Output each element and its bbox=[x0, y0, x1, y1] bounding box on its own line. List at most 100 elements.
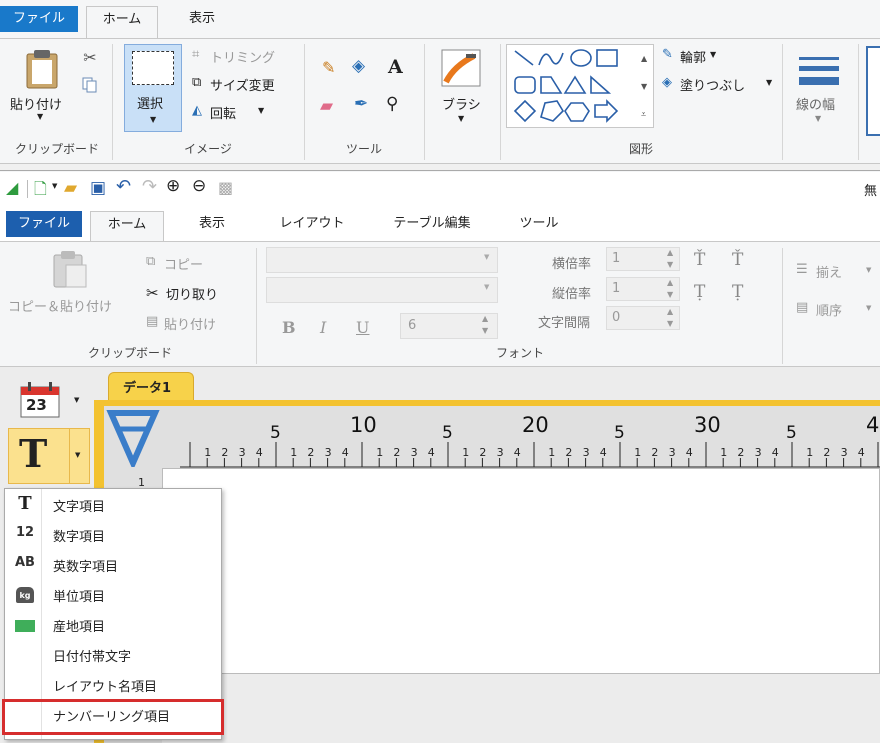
paint-paste-label[interactable]: 貼り付け bbox=[10, 94, 62, 113]
ruler-major-label: 40 bbox=[866, 413, 880, 437]
undo-icon[interactable]: ↶ bbox=[116, 176, 131, 197]
select-button[interactable]: 選択 ▼ bbox=[124, 44, 182, 132]
ruler-sub-label: 4 bbox=[428, 446, 435, 459]
highlight-frame bbox=[2, 699, 224, 735]
save-icon[interactable]: ▣ bbox=[90, 178, 106, 198]
ruler-half-label: 5 bbox=[786, 423, 797, 443]
ruler-sub-label: 3 bbox=[583, 446, 590, 459]
brush-label[interactable]: ブラシ bbox=[442, 94, 481, 113]
line-width-icon[interactable] bbox=[796, 50, 842, 90]
number-12-icon: 12 bbox=[15, 525, 35, 540]
scissors-icon[interactable]: ✂ bbox=[146, 284, 159, 302]
window-title: 無 bbox=[864, 184, 878, 199]
app-tab-home[interactable]: ホーム bbox=[90, 211, 164, 242]
chevron-down-icon[interactable]: ▼ bbox=[258, 106, 264, 115]
text-stretch-h-icon: Ť bbox=[694, 250, 706, 270]
rotate-label[interactable]: 回転 bbox=[210, 103, 236, 122]
ruler-svg: 1 2 3 4 1 2 3 4 1 2 3 4 1 2 3 4 1 2 3 4 1 2 3 4 1 2 3 4 1 2 3 4105 205 30… bbox=[180, 413, 880, 468]
chevron-down-icon[interactable]: ▼ bbox=[766, 78, 772, 87]
brush-icon[interactable] bbox=[438, 46, 484, 90]
spinner-icon: ▲ ▼ bbox=[667, 248, 674, 269]
app-tab-file[interactable]: ファイル bbox=[6, 211, 82, 237]
redo-icon[interactable]: ↷ bbox=[142, 176, 157, 197]
chevron-down-icon: ▼ bbox=[484, 253, 490, 261]
new-file-icon[interactable]: 🗋 bbox=[34, 178, 47, 205]
app-tab-layout[interactable]: レイアウト bbox=[262, 211, 362, 237]
scissors-icon[interactable]: ✂ bbox=[78, 46, 102, 68]
text-tool-icon[interactable]: A bbox=[388, 56, 403, 78]
fill-label[interactable]: 塗りつぶし bbox=[680, 75, 745, 94]
chevron-down-icon: ▼ bbox=[484, 283, 490, 291]
menu-item-layout-name[interactable]: レイアウト名項目 bbox=[5, 670, 221, 700]
rotate-icon[interactable]: ◭ bbox=[192, 103, 202, 118]
outline-label[interactable]: 輪郭 bbox=[680, 47, 706, 66]
shapes-gallery[interactable]: ▲ ▼ ⩡ bbox=[506, 44, 654, 128]
paint-tools-group-label: ツール bbox=[345, 142, 382, 156]
menu-item-origin[interactable]: 産地項目 bbox=[5, 610, 221, 640]
paint-shapes-group-label: 図形 bbox=[628, 142, 653, 156]
menu-item-text[interactable]: T 文字項目 bbox=[5, 490, 221, 520]
fill-bucket-icon[interactable]: ◈ bbox=[352, 56, 365, 76]
leaf-icon: ◢ bbox=[6, 178, 19, 197]
color-picker-icon[interactable]: ✒ bbox=[354, 94, 368, 114]
app-font-group-label: フォント bbox=[495, 346, 544, 360]
paint-tab-file[interactable]: ファイル bbox=[0, 6, 78, 32]
resize-icon[interactable]: ⧉ bbox=[192, 75, 201, 90]
print-icon[interactable]: ▩ bbox=[218, 178, 233, 197]
h-ratio-value: 1 bbox=[612, 251, 621, 266]
spacing-label: 文字間隔 bbox=[538, 316, 591, 331]
ruler-sub-label: 4 bbox=[686, 446, 693, 459]
menu-item-number[interactable]: 12 数字項目 bbox=[5, 520, 221, 550]
zoom-out-icon[interactable]: ⊖ bbox=[192, 176, 206, 196]
menu-item-label: レイアウト名項目 bbox=[53, 680, 158, 695]
paint-clipboard-group-label: クリップボード bbox=[14, 142, 99, 156]
menu-item-unit[interactable]: kg 単位項目 bbox=[5, 580, 221, 610]
paste-icon[interactable] bbox=[20, 46, 64, 92]
outline-icon[interactable]: ✎ bbox=[662, 47, 673, 62]
ruler-sub-label: 2 bbox=[565, 446, 572, 459]
chevron-down-icon[interactable]: ▼ bbox=[815, 114, 821, 123]
bold-button: B bbox=[282, 318, 296, 337]
order-label: 順序 bbox=[816, 304, 843, 319]
app-tab-view[interactable]: 表示 bbox=[180, 211, 244, 237]
data-tab[interactable]: データ1 bbox=[108, 372, 194, 402]
app-tab-tools[interactable]: ツール bbox=[506, 211, 572, 237]
ruler-sub-label: 1 bbox=[720, 446, 727, 459]
menu-item-date-text[interactable]: 日付付帯文字 bbox=[5, 640, 221, 670]
zoom-in-icon[interactable]: ⊕ bbox=[166, 176, 180, 196]
line-width-label[interactable]: 線の幅 bbox=[796, 94, 835, 113]
ruler-sub-label: 1 bbox=[548, 446, 555, 459]
copy-icon[interactable] bbox=[78, 74, 102, 96]
ruler: 1 2 3 4 1 2 3 4 1 2 3 4 1 2 3 4 1 2 3 4 1 2 3 4 1 2 3 4 1 2 3 4 10 5 20 5 30… bbox=[104, 406, 880, 468]
pencil-icon[interactable]: ✎ bbox=[322, 58, 335, 77]
canvas[interactable] bbox=[162, 468, 880, 674]
ruler-half-label: 5 bbox=[614, 423, 625, 443]
paint-tab-home[interactable]: ホーム bbox=[86, 6, 158, 39]
chevron-down-icon: ▼ bbox=[150, 115, 157, 124]
menu-item-alnum[interactable]: AB 英数字項目 bbox=[5, 550, 221, 580]
fill-icon[interactable]: ◈ bbox=[662, 75, 672, 90]
text-item-button[interactable]: T ▼ bbox=[8, 428, 90, 484]
chevron-down-icon[interactable]: ▼ bbox=[710, 50, 716, 59]
chevron-down-icon[interactable]: ▼ bbox=[37, 112, 43, 121]
magnifier-icon[interactable]: ⚲ bbox=[386, 94, 398, 114]
ruler-sub-label: 3 bbox=[755, 446, 762, 459]
ruler-sub-label: 2 bbox=[823, 446, 830, 459]
chevron-down-icon[interactable]: ▼ bbox=[52, 182, 57, 190]
color-swatch[interactable] bbox=[866, 46, 880, 136]
chevron-down-icon[interactable]: ▼ bbox=[74, 396, 79, 404]
cut-label[interactable]: 切り取り bbox=[166, 284, 218, 303]
resize-label[interactable]: サイズ変更 bbox=[210, 75, 275, 94]
weight-kg-icon: kg bbox=[16, 587, 34, 603]
ruler-sub-label: 3 bbox=[411, 446, 418, 459]
data-tab-label: データ1 bbox=[123, 381, 172, 396]
paint-tab-view[interactable]: 表示 bbox=[172, 6, 232, 32]
eraser-icon[interactable]: ▰ bbox=[320, 96, 333, 116]
ruler-sub-label: 3 bbox=[239, 446, 246, 459]
ruler-half-label: 5 bbox=[270, 423, 281, 443]
chevron-down-icon[interactable]: ▼ bbox=[458, 114, 464, 123]
app-tab-table-edit[interactable]: テーブル編集 bbox=[376, 211, 488, 237]
ruler-sub-label: 2 bbox=[307, 446, 314, 459]
open-folder-icon[interactable]: ▰ bbox=[64, 178, 77, 198]
font-name-combo bbox=[266, 247, 498, 273]
